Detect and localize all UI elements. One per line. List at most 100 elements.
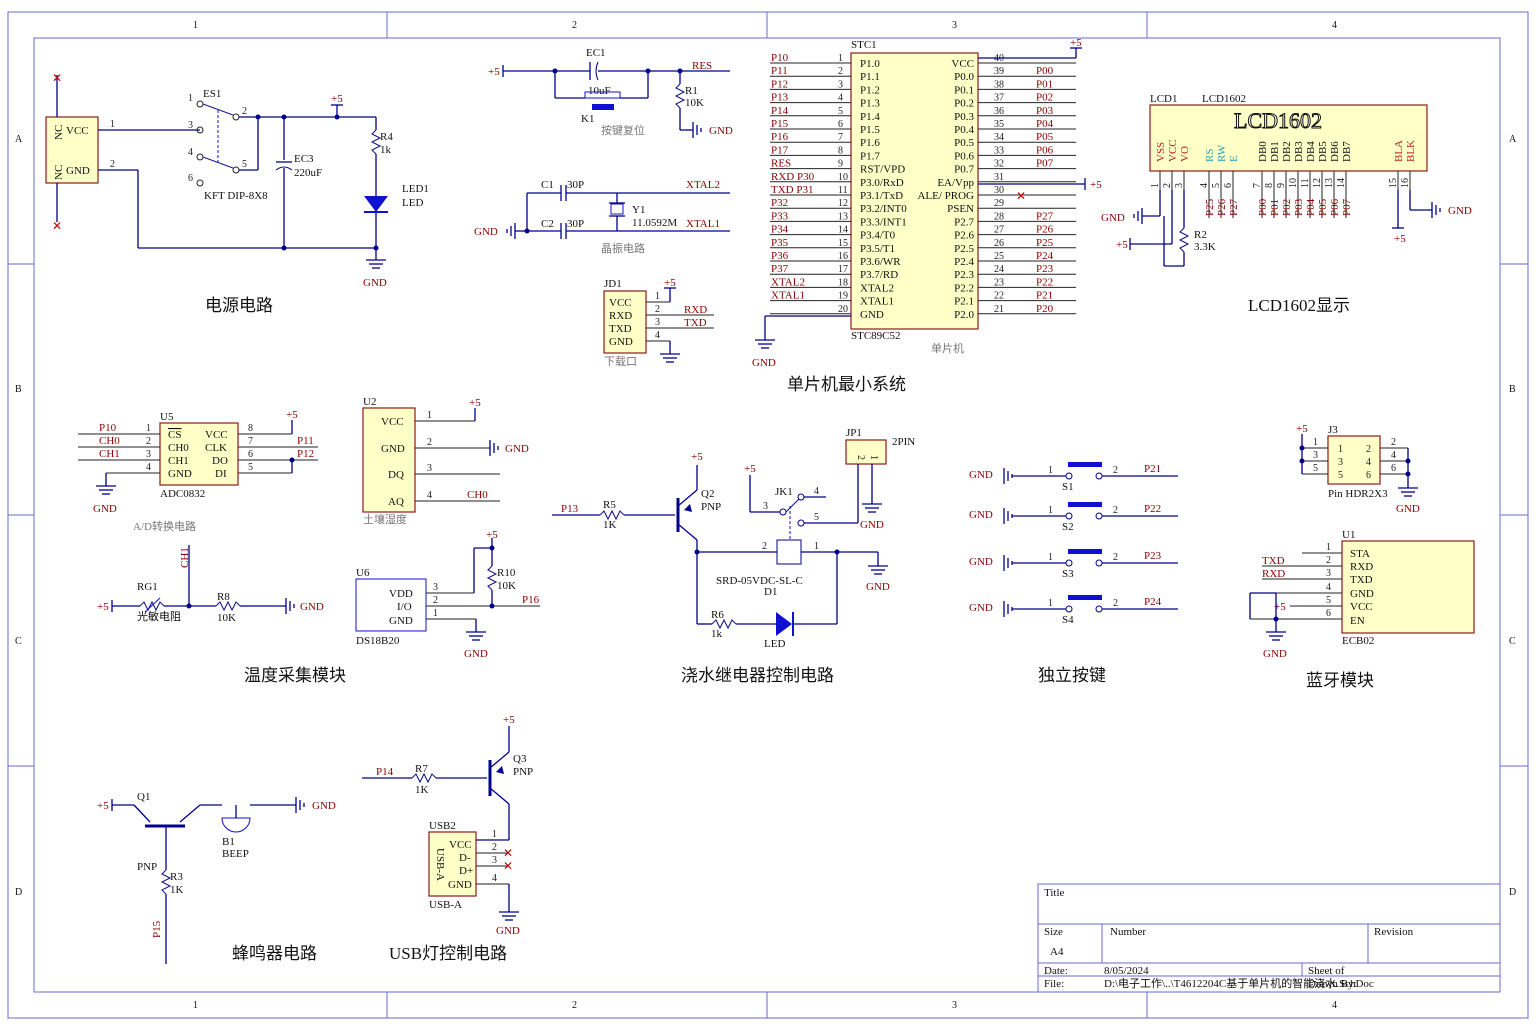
zone-col-4-bottom: 4 xyxy=(1332,1000,1337,1011)
tb-title-label: Title xyxy=(1044,887,1065,899)
svg-text:+5: +5 xyxy=(503,714,515,726)
d1-label: D1 xyxy=(764,586,777,598)
adc-net-p11: P11 xyxy=(297,435,314,447)
usb-part: USB-A xyxy=(429,899,462,911)
schematic-sheet: 1 2 3 4 1 2 3 4 A B C D A B C D VCC GND … xyxy=(7,11,1529,1019)
mcu-net-label: P33 xyxy=(771,210,789,222)
lcd-block: LCD1 LCD1602 LCD1602 VSS 1 VCC 2 VO 3 RS 4 P25 RW… xyxy=(1101,93,1472,315)
svg-text:+5: +5 xyxy=(1070,37,1082,49)
section-buzzer-title: 蜂鸣器电路 xyxy=(232,944,317,963)
lcd-net-label: P27 xyxy=(1228,198,1240,216)
ds18-part: DS18B20 xyxy=(356,635,400,647)
tb-sheet-label: Sheet of xyxy=(1308,965,1345,977)
xtal2-net: XTAL2 xyxy=(686,179,720,191)
svg-text:1: 1 xyxy=(1313,437,1318,448)
lcd-pin-name: RS xyxy=(1204,149,1216,162)
lcd-net-label: P07 xyxy=(1341,198,1353,216)
mcu-pin-number: 6 xyxy=(838,119,843,130)
usb-pin-dm: D- xyxy=(459,852,471,864)
jp1-value: 2PIN xyxy=(892,436,915,448)
mcu-pin-number: 22 xyxy=(994,291,1004,302)
svg-text:+5: +5 xyxy=(1394,233,1406,245)
mcu-net-label: P05 xyxy=(1036,131,1054,143)
svg-text:✕: ✕ xyxy=(1016,189,1026,203)
j3-pin-3: 3 xyxy=(1338,457,1343,468)
tb-size-label: Size xyxy=(1044,926,1063,938)
zone-row-D: D xyxy=(15,887,22,898)
key-ref-label: S3 xyxy=(1062,568,1074,580)
mcu-pin-name: P0.7 xyxy=(954,164,974,176)
svg-text:5: 5 xyxy=(1326,595,1331,606)
lcd-pin-name: DB4 xyxy=(1305,141,1317,162)
rg1-label: RG1 xyxy=(137,581,158,593)
mcu-pin-number: 12 xyxy=(838,198,848,209)
crystal-hint: 晶振电路 xyxy=(601,241,645,255)
key-contact xyxy=(1095,512,1103,520)
svg-text:3: 3 xyxy=(1313,450,1318,461)
lcd-pin-number: 1 xyxy=(1150,183,1161,188)
mcu-pin-name: P2.4 xyxy=(954,256,974,268)
tb-drawn-label: Drawn By: xyxy=(1308,978,1357,990)
svg-text:1: 1 xyxy=(146,423,151,434)
svg-text:3: 3 xyxy=(146,449,151,460)
key-ref-label: S1 xyxy=(1062,481,1074,493)
conn-pin-nc1: NC xyxy=(53,125,65,140)
ec3-value: 220uF xyxy=(294,167,322,179)
svg-text:3: 3 xyxy=(188,120,193,131)
adc-pin-ch1: CH1 xyxy=(168,455,189,467)
svg-text:3: 3 xyxy=(427,463,432,474)
svg-text:5: 5 xyxy=(814,512,819,523)
key-gnd-label: GND xyxy=(969,469,993,481)
r3-label: R3 xyxy=(170,871,183,883)
svg-text:+5: +5 xyxy=(469,397,481,409)
key-net-label: P21 xyxy=(1144,463,1161,475)
lcd-pin-name: DB0 xyxy=(1257,141,1269,162)
usb-lamp-circuit: P14 R7 1K +5 Q3 PNP USB2 USB-A VCC D- D+… xyxy=(362,714,533,963)
q3-label: Q3 xyxy=(513,753,527,765)
mcu-pin-name: VCC xyxy=(951,58,974,70)
mcu-pin-name: P2.2 xyxy=(954,282,974,294)
adc-pin-clk: CLK xyxy=(205,442,227,454)
conn-pin-gnd: GND xyxy=(66,165,90,177)
lcd-pin-number: 11 xyxy=(1300,178,1311,188)
lcd-pin-number: 2 xyxy=(1162,183,1173,188)
soil-pin-aq: AQ xyxy=(388,496,404,508)
relay-part: SRD-05VDC-SL-C xyxy=(716,575,803,587)
adc-net-p10: P10 xyxy=(99,422,117,434)
svg-text:GND: GND xyxy=(93,503,117,515)
svg-text:6: 6 xyxy=(1326,608,1331,619)
key-button-icon xyxy=(1068,549,1102,554)
mcu-pin-name: P0.1 xyxy=(954,84,974,96)
section-keys-title: 独立按键 xyxy=(1038,666,1106,685)
svg-text:GND: GND xyxy=(300,601,324,613)
lcd-pin-name: DB2 xyxy=(1281,141,1293,162)
lcd-net-label: P25 xyxy=(1204,198,1216,216)
key-pin-number: 2 xyxy=(1113,465,1118,476)
mcu-pin-name: P3.6/WR xyxy=(860,256,901,268)
mcu-net-label: P15 xyxy=(771,118,789,130)
lcd-part: LCD1602 xyxy=(1202,93,1246,105)
section-bt-title: 蓝牙模块 xyxy=(1306,671,1374,690)
mcu-net-label: RXD P30 xyxy=(771,171,815,183)
mcu-net-label: TXD P31 xyxy=(771,184,813,196)
b1-label: B1 xyxy=(222,836,235,848)
mcu-pin-name: P3.3/INT1 xyxy=(860,216,907,228)
mcu-net-label: P03 xyxy=(1036,105,1054,117)
mcu-pin-number: 3 xyxy=(838,79,843,90)
section-lcd-title: LCD1602显示 xyxy=(1248,296,1350,315)
mcu-pin-name: EA/Vpp xyxy=(937,177,974,189)
mcu-pin-name: P1.7 xyxy=(860,150,880,162)
mcu-pin-name: ALE/ PROG xyxy=(917,190,974,202)
mcu-net-label: P11 xyxy=(771,65,788,77)
mcu-pin-name: P2.7 xyxy=(954,216,974,228)
lcd-pin-number: 14 xyxy=(1336,178,1347,188)
tb-number-label: Number xyxy=(1110,926,1146,938)
mcu-pin-number: 10 xyxy=(838,172,848,183)
ds18-pin-gnd: GND xyxy=(389,615,413,627)
mcu-pin-name: P0.4 xyxy=(954,124,974,136)
adc-net-p12: P12 xyxy=(297,448,314,460)
key-ref-label: S4 xyxy=(1062,614,1074,626)
mcu-pin-name: P2.1 xyxy=(954,296,974,308)
r10-value: 10K xyxy=(497,580,516,592)
svg-text:1: 1 xyxy=(492,829,497,840)
